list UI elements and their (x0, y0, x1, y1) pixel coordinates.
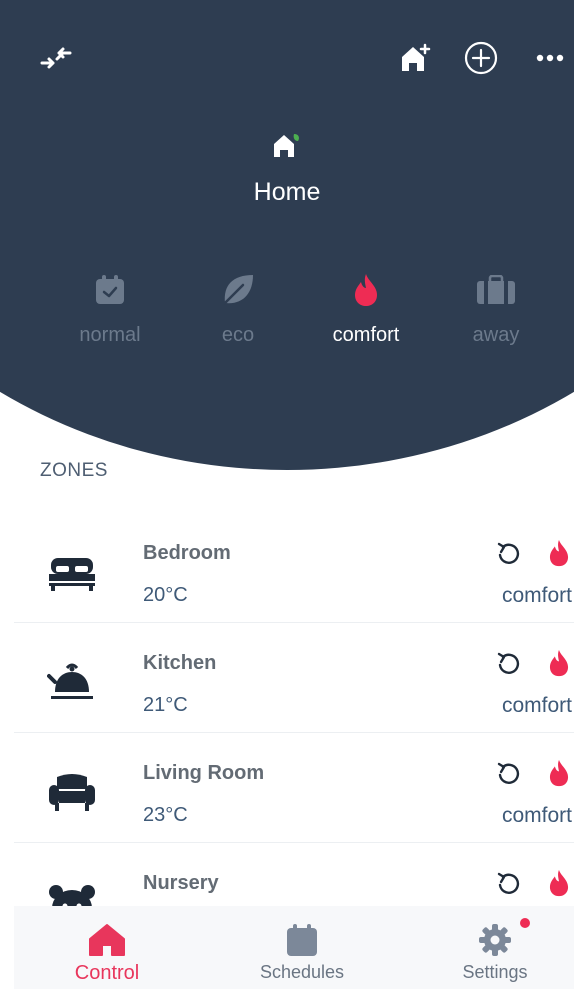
zones-list: Bedroom 20°C comfort Kitchen 21°C comfor… (14, 512, 574, 924)
zone-mode: comfort (501, 804, 572, 827)
tab-label: Control (74, 962, 140, 984)
zone-name: Kitchen (143, 652, 217, 674)
add-home-icon[interactable] (396, 38, 436, 78)
tab-label: Schedules (259, 962, 345, 982)
collapse-arrows-icon[interactable] (36, 38, 76, 78)
bed-icon (46, 548, 98, 596)
add-circle-icon[interactable] (461, 38, 501, 78)
mode-selector: normal eco comfort away (0, 270, 574, 360)
page-title: Home (253, 178, 321, 206)
notification-dot (520, 918, 530, 928)
mode-label: comfort (332, 324, 400, 346)
armchair-icon (46, 768, 98, 816)
mode-label: away (472, 324, 520, 346)
zone-mode: comfort (501, 694, 572, 717)
tab-control[interactable]: Control (14, 906, 200, 989)
mode-label: eco (221, 324, 255, 346)
home-leaf-icon (270, 128, 304, 162)
zone-temperature: 21°C (143, 694, 188, 716)
mode-comfort[interactable]: comfort (306, 270, 426, 347)
zone-mode: comfort (501, 584, 572, 607)
zone-temperature: 23°C (143, 804, 188, 826)
reset-icon[interactable] (494, 650, 522, 678)
zone-name: Bedroom (143, 542, 231, 564)
bottom-navigation: Control Schedules Settings (14, 906, 574, 989)
reset-icon[interactable] (494, 760, 522, 788)
suitcase-icon (436, 270, 556, 310)
mode-away[interactable]: away (436, 270, 556, 347)
zone-row-kitchen[interactable]: Kitchen 21°C comfort (14, 622, 574, 733)
zone-name: Living Room (143, 762, 265, 784)
tab-schedules[interactable]: Schedules (209, 906, 395, 989)
zone-temperature: 20°C (143, 584, 188, 606)
more-dots-icon[interactable] (530, 38, 570, 78)
flame-icon (546, 648, 572, 678)
tab-label: Settings (462, 962, 528, 982)
flame-icon (546, 758, 572, 788)
reset-icon[interactable] (494, 870, 522, 898)
flame-icon (546, 868, 572, 898)
home-icon (14, 920, 200, 960)
flame-icon (546, 538, 572, 568)
leaf-icon (178, 270, 298, 310)
mode-normal[interactable]: normal (50, 270, 170, 347)
zone-name: Nursery (143, 872, 219, 894)
kettle-icon (46, 658, 98, 706)
flame-icon (306, 270, 426, 310)
calendar-icon (209, 920, 395, 960)
zones-heading: ZONES (40, 460, 108, 481)
reset-icon[interactable] (494, 540, 522, 568)
mode-eco[interactable]: eco (178, 270, 298, 347)
mode-label: normal (79, 324, 141, 346)
zone-row-bedroom[interactable]: Bedroom 20°C comfort (14, 512, 574, 623)
top-bar (0, 38, 574, 78)
tab-settings[interactable]: Settings (402, 906, 574, 989)
zone-row-living-room[interactable]: Living Room 23°C comfort (14, 732, 574, 843)
calendar-check-icon (50, 270, 170, 310)
gear-icon (402, 920, 574, 960)
